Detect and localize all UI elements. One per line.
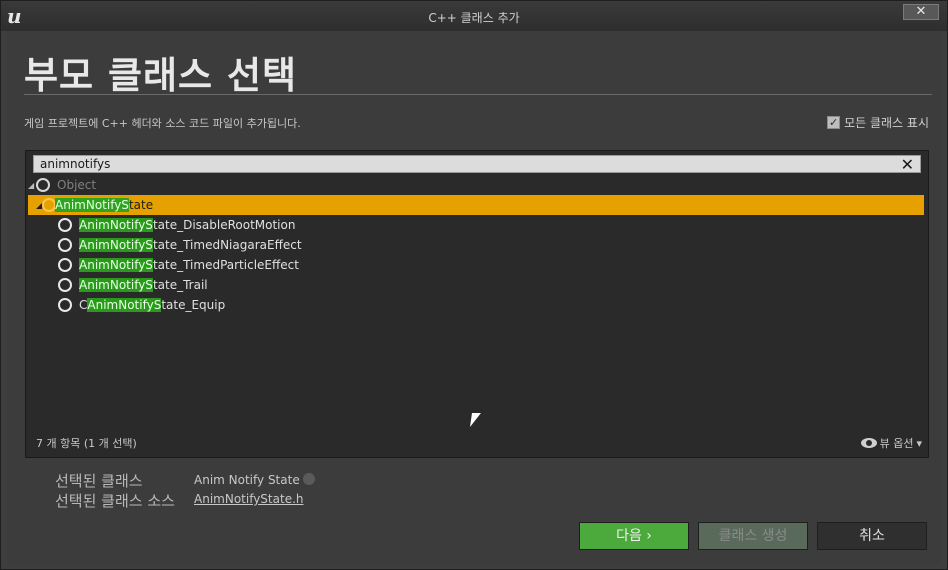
tree-row-label-rest: tate_DisableRootMotion bbox=[152, 218, 296, 232]
tree-row-label-rest: tate_TimedNiagaraEffect bbox=[152, 238, 302, 252]
match-highlight: AnimNotifyS bbox=[79, 218, 153, 232]
create-class-button[interactable]: 클래스 생성 bbox=[698, 522, 808, 550]
selected-class-value: Anim Notify State bbox=[194, 473, 315, 487]
page-title: 부모 클래스 선택 bbox=[24, 54, 298, 97]
info-icon[interactable] bbox=[302, 473, 315, 485]
selected-source-link[interactable]: AnimNotifyState.h bbox=[194, 492, 304, 506]
tree-row-label-rest: tate_Trail bbox=[152, 278, 208, 292]
class-circle-icon bbox=[58, 238, 72, 252]
dialog-content: 부모 클래스 선택 게임 프로젝트에 C++ 헤더와 소스 코드 파일이 추가됩… bbox=[7, 31, 941, 565]
expand-arrow-icon[interactable]: ◢ bbox=[28, 181, 36, 190]
selected-class-text: Anim Notify State bbox=[194, 473, 300, 487]
tree-row-label: Object bbox=[57, 178, 97, 192]
tree-row-label-rest: tate bbox=[128, 198, 154, 212]
cancel-button[interactable]: 취소 bbox=[817, 522, 927, 550]
match-highlight: AnimNotifyS bbox=[87, 298, 162, 312]
window-title: C++ 클래스 추가 bbox=[428, 11, 520, 25]
class-tree-panel: animnotifys ✕ ◢ Object ◢ AnimNotifyState… bbox=[25, 150, 929, 458]
view-options-label: 뷰 옵션 bbox=[879, 437, 914, 450]
class-circle-icon bbox=[42, 198, 56, 212]
class-circle-icon bbox=[58, 298, 72, 312]
show-all-label: 모든 클래스 표시 bbox=[844, 116, 929, 130]
tree-row-anim-notify-state[interactable]: ◢ AnimNotifyState bbox=[28, 195, 924, 215]
class-circle-icon bbox=[36, 178, 50, 192]
clear-search-icon[interactable]: ✕ bbox=[901, 155, 914, 174]
show-all-classes-toggle[interactable]: ✓ 모든 클래스 표시 bbox=[827, 114, 929, 131]
eye-icon bbox=[860, 438, 877, 448]
tree-row-object[interactable]: ◢ Object bbox=[28, 175, 924, 195]
search-input[interactable]: animnotifys ✕ bbox=[33, 155, 921, 174]
item-count: 7 개 항목 (1 개 선택) bbox=[36, 437, 137, 450]
close-button[interactable]: ✕ bbox=[903, 4, 939, 20]
page-subtitle: 게임 프로젝트에 C++ 헤더와 소스 코드 파일이 추가됩니다. bbox=[24, 117, 301, 130]
selected-class-label: 선택된 클래스 bbox=[55, 472, 143, 490]
tree-row-child[interactable]: AnimNotifyS tate_DisableRootMotion bbox=[58, 215, 948, 235]
title-divider bbox=[24, 94, 932, 95]
tree-row-child[interactable]: AnimNotifyS tate_TimedParticleEffect bbox=[58, 255, 948, 275]
view-options-button[interactable]: 뷰 옵션 ▾ bbox=[860, 435, 922, 451]
show-all-checkbox[interactable]: ✓ bbox=[827, 116, 841, 129]
tree-row-child[interactable]: AnimNotifyS tate_TimedNiagaraEffect bbox=[58, 235, 948, 255]
class-circle-icon bbox=[58, 278, 72, 292]
selected-source-label: 선택된 클래스 소스 bbox=[55, 492, 175, 510]
tree-row-child[interactable]: C AnimNotifyS tate_Equip bbox=[58, 295, 948, 315]
next-button[interactable]: 다음 › bbox=[579, 522, 689, 550]
match-highlight: AnimNotifyS bbox=[79, 258, 153, 272]
class-circle-icon bbox=[58, 218, 72, 232]
tree-row-label-rest: tate_Equip bbox=[161, 298, 226, 312]
class-circle-icon bbox=[58, 258, 72, 272]
child-prefix: C bbox=[79, 298, 88, 312]
add-cpp-class-dialog: u C++ 클래스 추가 ✕ 부모 클래스 선택 게임 프로젝트에 C++ 헤더… bbox=[0, 0, 948, 570]
match-highlight: AnimNotifyS bbox=[55, 198, 129, 212]
tree-row-child[interactable]: AnimNotifyS tate_Trail bbox=[58, 275, 948, 295]
title-bar[interactable]: u C++ 클래스 추가 ✕ bbox=[1, 1, 947, 31]
match-highlight: AnimNotifyS bbox=[79, 278, 153, 292]
search-value: animnotifys bbox=[40, 157, 111, 171]
tree-row-label-rest: tate_TimedParticleEffect bbox=[152, 258, 299, 272]
chevron-down-icon: ▾ bbox=[916, 436, 922, 450]
match-highlight: AnimNotifyS bbox=[79, 238, 153, 252]
